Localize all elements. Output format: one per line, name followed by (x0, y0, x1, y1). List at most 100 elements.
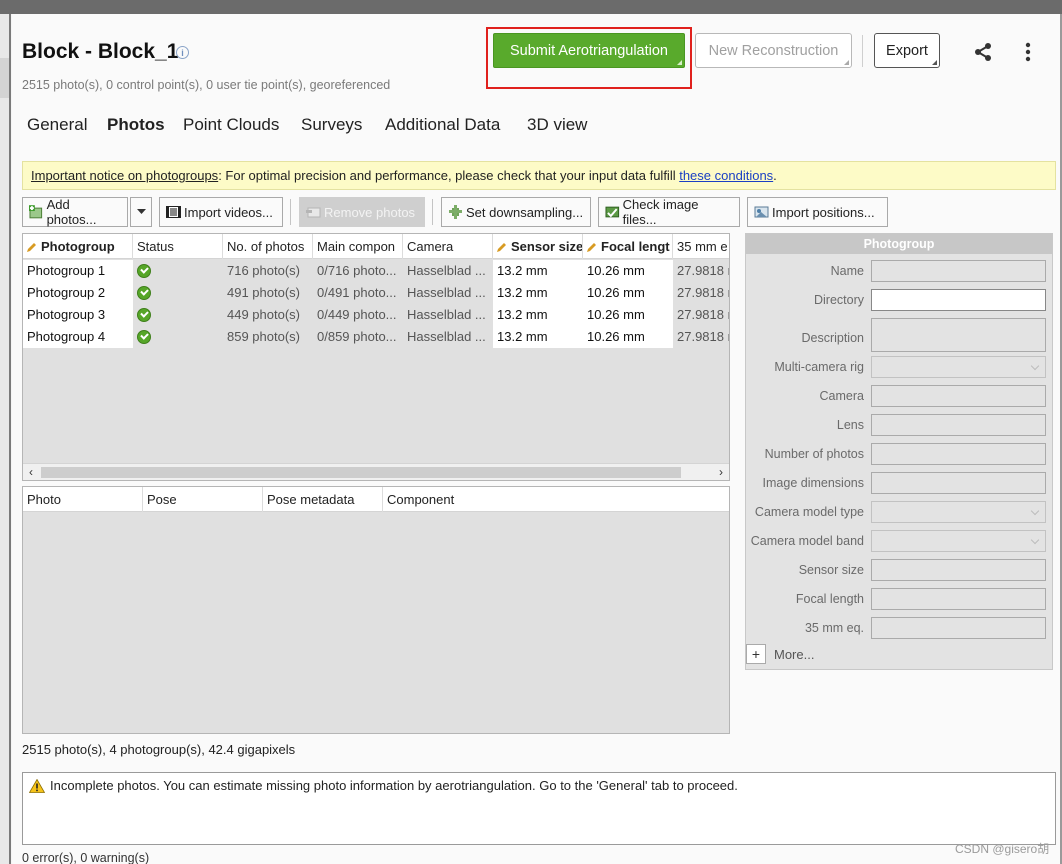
camera-model-type-select[interactable] (871, 501, 1046, 523)
label-camera-model-band: Camera model band (750, 534, 864, 548)
horizontal-scrollbar[interactable]: ‹ › (23, 463, 729, 480)
column-header-camera[interactable]: Camera (403, 234, 493, 259)
tab-additional-data[interactable]: Additional Data (385, 115, 500, 135)
message-box: Incomplete photos. You can estimate miss… (22, 772, 1056, 845)
conditions-link[interactable]: these conditions (679, 168, 773, 183)
info-icon[interactable]: i (176, 46, 189, 59)
photogroup-notice: Important notice on photogroups: For opt… (22, 161, 1056, 190)
status-ok-icon (137, 286, 151, 300)
set-downsampling-label: Set downsampling... (466, 204, 584, 220)
import-videos-label: Import videos... (184, 204, 273, 220)
label-camera-model-type: Camera model type (754, 505, 864, 519)
import-videos-button[interactable]: Import videos... (159, 197, 283, 227)
add-photos-label: Add photos... (46, 197, 97, 227)
header-separator (862, 35, 863, 67)
tab-point-clouds[interactable]: Point Clouds (183, 115, 279, 135)
add-photos-button[interactable]: Add photos... (22, 197, 128, 227)
image-dimensions-field[interactable] (871, 472, 1046, 494)
tab-photos[interactable]: Photos (107, 115, 165, 135)
chevron-down-icon (136, 209, 146, 214)
edit-pencil-icon (27, 243, 36, 252)
column-header-photogroup[interactable]: Photogroup (23, 234, 133, 259)
label-multi-camera-rig: Multi-camera rig (774, 360, 864, 374)
scroll-left-icon[interactable]: ‹ (23, 464, 39, 480)
more-label[interactable]: More... (774, 647, 814, 662)
tab-3d-view[interactable]: 3D view (527, 115, 587, 135)
message-text: Incomplete photos. You can estimate miss… (50, 778, 738, 793)
import-positions-icon (754, 206, 769, 218)
remove-photos-label: Remove photos (324, 204, 416, 220)
photogroups-table-header: Photogroup Status No. of photos Main com… (23, 234, 729, 259)
window-top-bar (0, 0, 1062, 14)
label-camera: Camera (819, 389, 864, 403)
check-image-files-button[interactable]: Check image files... (598, 197, 740, 227)
focal-length-field[interactable] (871, 588, 1046, 610)
check-image-icon (605, 206, 620, 218)
number-of-photos-field[interactable] (871, 443, 1046, 465)
name-field[interactable] (871, 260, 1046, 282)
label-number-of-photos: Number of photos (764, 447, 864, 461)
label-directory: Directory (813, 293, 864, 307)
downsampling-icon (449, 205, 462, 219)
column-header-main-component[interactable]: Main compon (313, 234, 403, 259)
scroll-right-icon[interactable]: › (713, 464, 729, 480)
import-positions-button[interactable]: Import positions... (747, 197, 888, 227)
column-header-photos[interactable]: No. of photos (223, 234, 313, 259)
photogroups-table[interactable]: Photogroup Status No. of photos Main com… (22, 233, 730, 481)
edit-pencil-icon (497, 243, 506, 252)
column-header-35mm-eq[interactable]: 35 mm e (673, 234, 729, 259)
column-header-pose[interactable]: Pose (143, 487, 263, 512)
add-photos-dropdown[interactable] (130, 197, 152, 227)
check-image-files-label: Check image files... (622, 197, 699, 227)
block-summary: 2515 photo(s), 0 control point(s), 0 use… (22, 78, 391, 92)
label-name: Name (830, 264, 864, 278)
edit-pencil-icon (587, 243, 596, 252)
camera-field[interactable] (871, 385, 1046, 407)
photos-table-header: Photo Pose Pose metadata Component (23, 487, 729, 512)
important-notice-link[interactable]: Important notice on photogroups (31, 168, 218, 183)
export-button[interactable]: Export (874, 33, 940, 68)
photos-summary: 2515 photo(s), 4 photogroup(s), 42.4 gig… (22, 742, 296, 757)
label-lens: Lens (836, 418, 864, 432)
import-positions-label: Import positions... (772, 204, 875, 220)
error-warning-count: 0 error(s), 0 warning(s) (22, 851, 150, 864)
watermark: CSDN @gisero胡 (955, 842, 1050, 856)
new-reconstruction-button[interactable]: New Reconstruction (695, 33, 852, 68)
remove-photos-button[interactable]: Remove photos (299, 197, 425, 227)
label-35mm-eq: 35 mm eq. (804, 621, 864, 635)
camera-model-band-select[interactable] (871, 530, 1046, 552)
column-header-sensor-size[interactable]: Sensor size (493, 234, 583, 259)
tab-surveys[interactable]: Surveys (301, 115, 362, 135)
directory-field[interactable] (871, 289, 1046, 311)
warning-icon (29, 779, 45, 793)
column-header-status[interactable]: Status (133, 234, 223, 259)
share-icon[interactable] (973, 42, 993, 62)
description-field[interactable] (871, 318, 1046, 352)
label-description: Description (801, 331, 864, 345)
submit-aerotriangulation-label: Submit Aerotriangulation (510, 42, 668, 59)
label-image-dimensions: Image dimensions (762, 476, 864, 490)
status-ok-icon (137, 330, 151, 344)
page-title: Block - Block_1 (22, 40, 179, 63)
column-header-pose-metadata[interactable]: Pose metadata (263, 487, 383, 512)
multi-camera-rig-select[interactable] (871, 356, 1046, 378)
photos-table[interactable]: Photo Pose Pose metadata Component (22, 486, 730, 734)
set-downsampling-button[interactable]: Set downsampling... (441, 197, 591, 227)
left-splitter[interactable] (0, 14, 11, 864)
sensor-size-field[interactable] (871, 559, 1046, 581)
panel-title: Photogroup (746, 234, 1052, 254)
photogroup-properties-panel: Photogroup Name Directory Description Mu… (745, 233, 1053, 670)
label-sensor-size: Sensor size (798, 563, 864, 577)
column-header-photo[interactable]: Photo (23, 487, 143, 512)
scrollbar-thumb[interactable] (41, 467, 681, 478)
lens-field[interactable] (871, 414, 1046, 436)
more-options-icon[interactable] (1020, 42, 1036, 62)
column-header-focal-length[interactable]: Focal lengt (583, 234, 673, 259)
tab-general[interactable]: General (27, 115, 87, 135)
notice-text: : For optimal precision and performance,… (218, 168, 680, 183)
expand-more-button[interactable]: + (746, 644, 766, 664)
column-header-component[interactable]: Component (383, 487, 729, 512)
status-ok-icon (137, 264, 151, 278)
submit-aerotriangulation-button[interactable]: Submit Aerotriangulation (493, 33, 685, 68)
eq35-field[interactable] (871, 617, 1046, 639)
